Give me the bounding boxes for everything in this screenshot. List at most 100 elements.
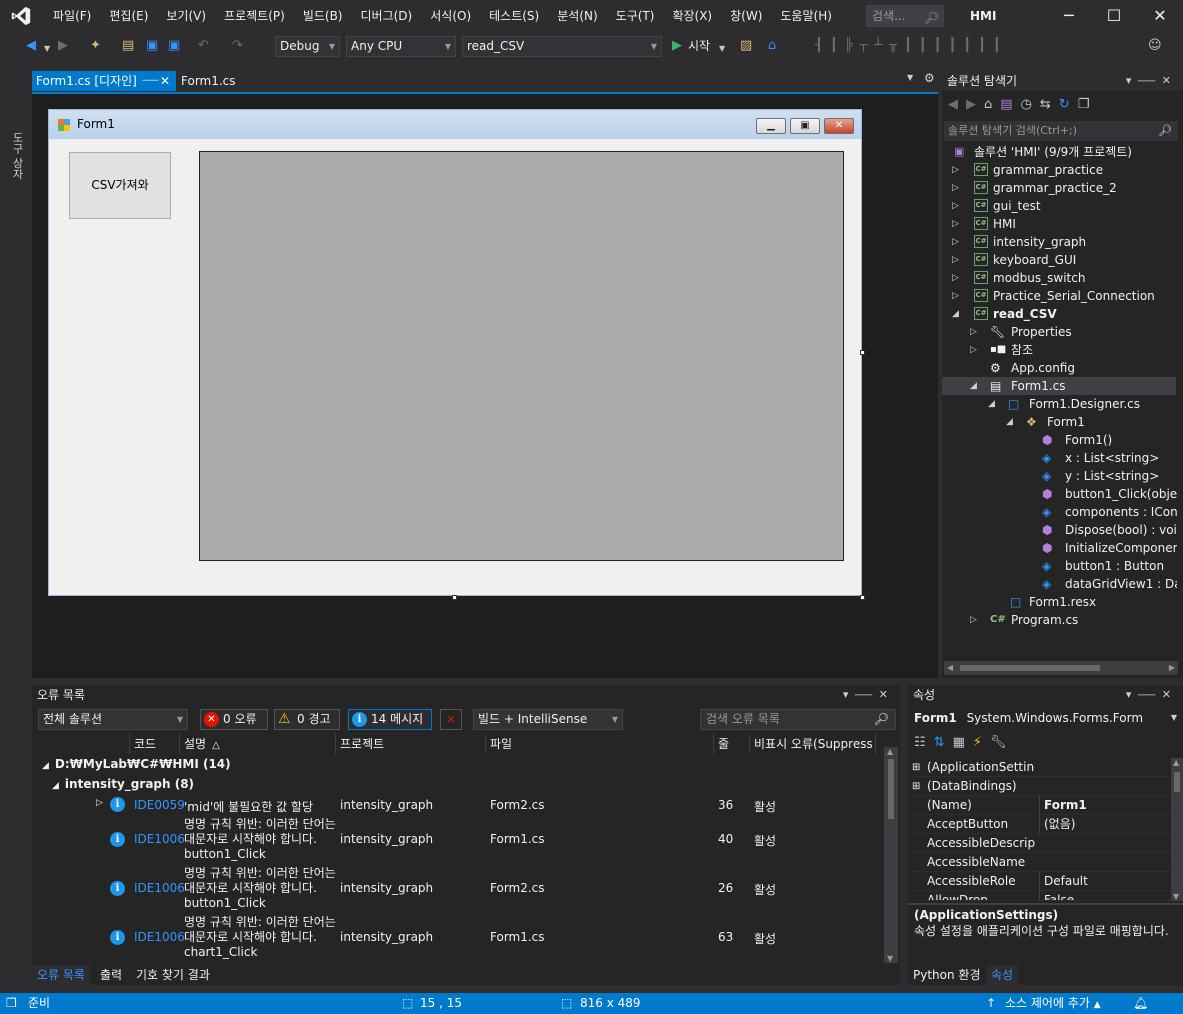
panel-window-controls-icon[interactable]: ▾⸺✕ <box>843 685 894 705</box>
scroll-up-icon[interactable]: ▲ <box>887 747 893 756</box>
tree-project[interactable]: ▷ C# grammar_practice <box>952 161 1172 179</box>
alphabetical-icon[interactable]: ⇅ <box>934 735 953 750</box>
property-row[interactable]: AllowDrop False <box>908 891 1170 901</box>
tree-member[interactable]: ◈ components : ICont <box>1042 503 1177 521</box>
col-header-blank[interactable] <box>32 734 130 754</box>
start-play-icon[interactable]: ▶ <box>672 38 682 54</box>
group-project[interactable]: ◢ intensity_graph (8) <box>52 777 194 791</box>
forward-icon[interactable]: ▶ <box>966 97 984 112</box>
home-icon[interactable]: ⌂ <box>984 97 1000 112</box>
expand-icon[interactable]: ▷ <box>952 161 962 179</box>
collapse-icon[interactable]: ◢ <box>988 395 998 413</box>
minimize-window-button[interactable]: ─ <box>1047 0 1091 32</box>
expand-icon[interactable]: ▷ <box>952 233 962 251</box>
align-tools-icon[interactable]: ┨┃╠┬┴╥┃┃┃┃┃┃┃ <box>815 38 1008 54</box>
expand-icon[interactable]: ▷ <box>952 287 962 305</box>
tree-program-cs[interactable]: ▷ C# Program.cs <box>970 611 1170 629</box>
undo-icon[interactable]: ↶ <box>198 38 209 54</box>
scroll-right-icon[interactable]: ▶ <box>1169 661 1175 675</box>
start-button[interactable]: 시작 <box>688 38 710 54</box>
expand-icon[interactable]: ▷ <box>952 269 962 287</box>
tree-app-config[interactable]: ⚙ App.config <box>970 359 1170 377</box>
tree-member[interactable]: ◈ y : List<string> <box>1042 467 1177 485</box>
expand-icon[interactable]: ▷ <box>970 341 980 359</box>
collapse-icon[interactable]: ◢ <box>952 305 962 323</box>
vertical-scrollbar[interactable]: ▲ ▼ <box>1171 758 1183 901</box>
layout-icon[interactable]: ⌂ <box>768 38 776 54</box>
tab-find-symbol-results[interactable]: 기호 찾기 결과 <box>136 965 210 985</box>
row-code[interactable]: IDE0059 <box>134 798 185 812</box>
property-value[interactable]: (없음) <box>1039 815 1167 834</box>
property-pages-icon[interactable]: 🔧︎ <box>990 735 1015 750</box>
csv-load-button[interactable]: CSV가져와 <box>69 152 171 219</box>
property-row[interactable]: AccessibleDescriptic <box>908 834 1170 853</box>
menu-format[interactable]: 서식(O) <box>421 0 480 32</box>
tab-error-list[interactable]: 오류 목록 <box>32 965 90 985</box>
col-header-project[interactable]: 프로젝트 <box>336 734 486 754</box>
live-share-icon[interactable]: ☺ <box>1148 38 1162 54</box>
menu-debug[interactable]: 디버그(D) <box>352 0 422 32</box>
panel-window-controls-icon[interactable]: ▾⸺✕ <box>1126 71 1177 91</box>
tree-member[interactable]: ◈ dataGridView1 : Data <box>1042 575 1177 593</box>
pending-changes-icon[interactable]: ◷ <box>1021 97 1040 112</box>
solution-config-select[interactable]: Debug ▼ <box>275 36 340 57</box>
tab-form1-code[interactable]: Form1.cs <box>181 71 236 91</box>
tree-member[interactable]: ⬢ Form1() <box>1042 431 1177 449</box>
redo-icon[interactable]: ↷ <box>232 38 243 54</box>
scroll-left-icon[interactable]: ◀ <box>947 661 953 675</box>
navigate-forward-icon[interactable]: ▶ <box>58 38 68 54</box>
expand-icon[interactable]: ▷ <box>952 179 962 197</box>
tree-project[interactable]: ▷ C# keyboard_GUI <box>952 251 1172 269</box>
collapse-all-icon[interactable]: ❐ <box>1078 97 1098 112</box>
tree-form1-cs[interactable]: ◢ ▤ Form1.cs <box>942 377 1176 395</box>
expand-icon[interactable]: ▷ <box>952 251 962 269</box>
start-dropdown-icon[interactable]: ▼ <box>719 41 725 57</box>
tree-project[interactable]: ▷ C# grammar_practice_2 <box>952 179 1172 197</box>
tree-project[interactable]: ▷ C# gui_test <box>952 197 1172 215</box>
events-icon[interactable]: ⚡ <box>973 735 990 750</box>
expand-icon[interactable]: ▷ <box>970 323 980 341</box>
expand-icon[interactable]: ▷ <box>96 798 103 808</box>
property-row[interactable]: AccessibleName <box>908 853 1170 872</box>
property-value[interactable]: False <box>1039 891 1167 900</box>
close-tab-icon[interactable]: ✕ <box>160 71 170 91</box>
panel-window-controls-icon[interactable]: ▾⸺✕ <box>1126 685 1177 705</box>
tree-member[interactable]: ⬢ Dispose(bool) : void <box>1042 521 1177 539</box>
tree-class-form1[interactable]: ◢ ❖ Form1 <box>1006 413 1176 431</box>
tree-references[interactable]: ▷ ▪■ 참조 <box>970 341 1170 359</box>
browser-link-icon[interactable]: ▨ <box>740 38 752 54</box>
back-icon[interactable]: ◀ <box>948 97 966 112</box>
tree-member[interactable]: ⬢ InitializeComponent <box>1042 539 1177 557</box>
col-header-code[interactable]: 코드 <box>130 734 180 754</box>
messages-filter-button[interactable]: i 14 메시지 <box>348 709 432 730</box>
form1-window[interactable]: Form1 ▁ ▣ ✕ CSV가져와 <box>48 109 862 596</box>
menu-help[interactable]: 도움말(H) <box>771 0 841 32</box>
clear-filter-icon[interactable]: ⨯ <box>440 709 462 730</box>
collapse-icon[interactable]: ◢ <box>42 761 49 771</box>
menu-test[interactable]: 테스트(S) <box>480 0 548 32</box>
navigate-back-icon[interactable]: ◀ <box>26 38 36 54</box>
close-window-button[interactable]: ✕ <box>1138 0 1182 32</box>
open-file-icon[interactable]: ▤ <box>122 38 134 54</box>
tab-properties[interactable]: 속성 <box>986 965 1019 985</box>
tab-python-environments[interactable]: Python 환경 <box>908 965 986 985</box>
settings-gear-icon[interactable]: ⚙ <box>924 71 935 85</box>
menu-edit[interactable]: 편집(E) <box>100 0 157 32</box>
resize-handle-corner[interactable] <box>860 595 865 600</box>
save-all-icon[interactable]: ▣ <box>168 38 180 54</box>
platform-select[interactable]: Any CPU ▼ <box>346 36 456 57</box>
visual-studio-logo-icon[interactable] <box>10 5 32 27</box>
menu-window[interactable]: 창(W) <box>721 0 771 32</box>
collapse-icon[interactable]: ◢ <box>52 781 59 791</box>
collapse-icon[interactable]: ◢ <box>1006 413 1016 431</box>
expand-icon[interactable]: ▷ <box>952 215 962 233</box>
warnings-filter-button[interactable]: ⚠ 0 경고 <box>274 709 340 730</box>
error-scope-select[interactable]: 전체 솔루션 ▼ <box>38 709 188 730</box>
menu-build[interactable]: 빌드(B) <box>294 0 352 32</box>
menu-file[interactable]: 파일(F) <box>44 0 100 32</box>
tree-member[interactable]: ◈ x : List<string> <box>1042 449 1177 467</box>
expand-icon[interactable]: ▷ <box>970 611 980 629</box>
property-row[interactable]: AccessibleRole Default <box>908 872 1170 891</box>
tree-project[interactable]: ▷ C# modbus_switch <box>952 269 1172 287</box>
tree-project[interactable]: ▷ C# HMI <box>952 215 1172 233</box>
